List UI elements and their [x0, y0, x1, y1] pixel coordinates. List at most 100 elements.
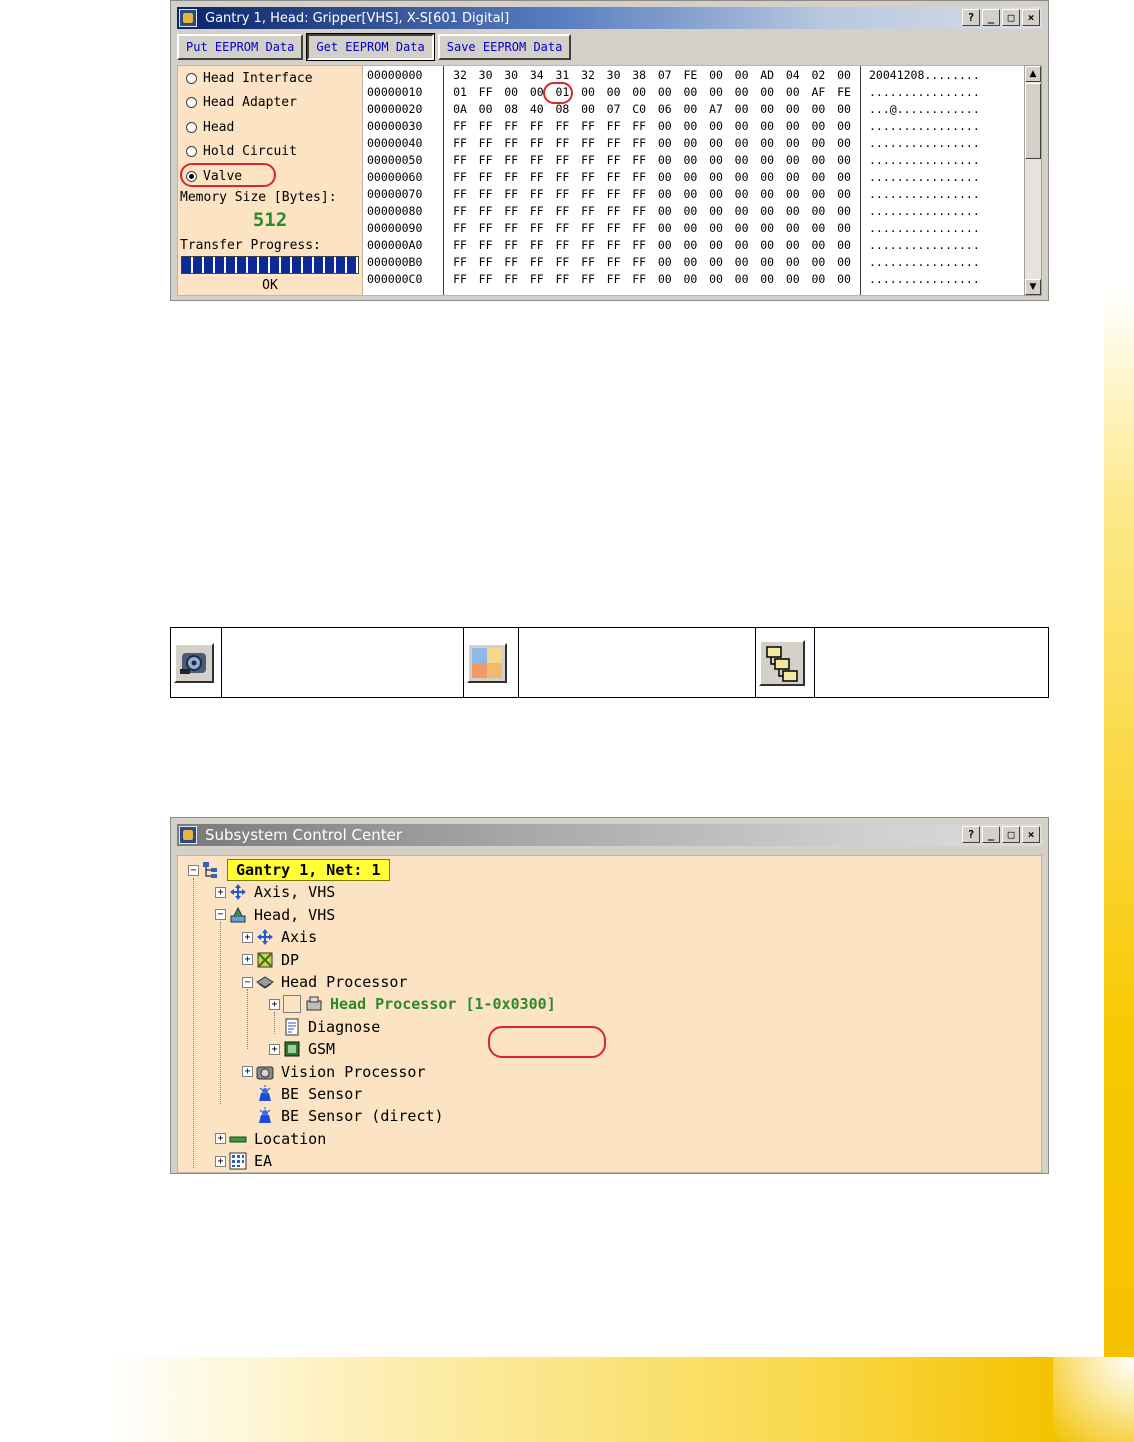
hex-byte[interactable]: FF	[551, 186, 573, 203]
hex-byte[interactable]: 0A	[449, 101, 471, 118]
maximize-icon[interactable]: □	[1002, 826, 1020, 843]
hex-byte[interactable]: 00	[782, 118, 804, 135]
hex-byte[interactable]: 00	[756, 101, 778, 118]
hex-byte[interactable]: FF	[551, 118, 573, 135]
hex-byte[interactable]: FF	[526, 237, 548, 254]
hex-byte[interactable]: 00	[705, 220, 727, 237]
hex-byte[interactable]: 00	[782, 237, 804, 254]
hex-byte[interactable]: 00	[756, 254, 778, 271]
hex-byte[interactable]: FF	[577, 237, 599, 254]
hex-byte[interactable]: 00	[782, 152, 804, 169]
hex-byte[interactable]: 00	[679, 101, 701, 118]
tree-node[interactable]: BE Sensor	[242, 1083, 362, 1105]
hex-byte[interactable]: FF	[577, 220, 599, 237]
hex-byte[interactable]: 00	[603, 84, 625, 101]
hex-byte[interactable]: FF	[449, 186, 471, 203]
close-icon[interactable]: ×	[1022, 9, 1040, 26]
scroll-thumb[interactable]	[1025, 83, 1041, 159]
tree-node[interactable]: + EA	[215, 1150, 272, 1172]
hex-byte[interactable]: 00	[833, 118, 855, 135]
hex-byte[interactable]: FF	[500, 271, 522, 288]
hex-byte[interactable]: 00	[782, 254, 804, 271]
hex-byte[interactable]: 00	[807, 237, 829, 254]
hex-byte[interactable]: 00	[807, 135, 829, 152]
hex-byte[interactable]: FF	[449, 237, 471, 254]
hex-byte[interactable]: FF	[475, 271, 497, 288]
hex-byte[interactable]: 00	[705, 237, 727, 254]
collapse-icon[interactable]: −	[242, 976, 253, 988]
hex-byte[interactable]: FF	[551, 271, 573, 288]
subsystem-tree[interactable]: − Gantry 1, Net: 1 + Axis, VHS − Head, VHS + Ax…	[177, 855, 1042, 1173]
hex-byte[interactable]: 00	[782, 220, 804, 237]
node-checkbox[interactable]	[283, 995, 301, 1014]
hex-byte[interactable]: FF	[603, 254, 625, 271]
hex-byte[interactable]: 00	[705, 169, 727, 186]
hex-byte[interactable]: FF	[603, 186, 625, 203]
hex-byte[interactable]: 00	[807, 220, 829, 237]
hex-byte[interactable]: 00	[756, 118, 778, 135]
hex-byte[interactable]: 00	[679, 271, 701, 288]
hex-byte[interactable]: FF	[603, 220, 625, 237]
hex-byte[interactable]: FF	[628, 169, 650, 186]
hex-byte[interactable]: 00	[475, 101, 497, 118]
hex-byte[interactable]: 38	[628, 67, 650, 84]
tree-node[interactable]: Diagnose	[269, 1016, 380, 1038]
get-eeprom-button[interactable]: Get EEPROM Data	[306, 33, 435, 61]
hex-byte[interactable]: 00	[654, 186, 676, 203]
radio-hold-circuit[interactable]: Hold Circuit	[186, 141, 297, 161]
hex-byte[interactable]: 00	[833, 135, 855, 152]
hex-byte[interactable]: 00	[833, 101, 855, 118]
hex-byte[interactable]: FF	[475, 84, 497, 101]
hex-scrollbar[interactable]: ▲ ▼	[1024, 65, 1042, 296]
hex-byte[interactable]: 00	[807, 186, 829, 203]
hex-byte[interactable]: 00	[679, 84, 701, 101]
expand-icon[interactable]: +	[242, 931, 253, 943]
hex-byte[interactable]: 00	[833, 186, 855, 203]
hex-byte[interactable]: FF	[628, 203, 650, 220]
scroll-down-icon[interactable]: ▼	[1025, 279, 1041, 295]
hex-byte[interactable]: FF	[475, 220, 497, 237]
close-icon[interactable]: ×	[1022, 826, 1040, 843]
hex-dump-view[interactable]: 00000000 00000010 00000020 00000030 00000040…	[363, 65, 1034, 296]
hex-byte[interactable]: FF	[628, 152, 650, 169]
minimize-icon[interactable]: _	[982, 9, 1000, 26]
hex-byte[interactable]: 00	[679, 186, 701, 203]
hex-byte[interactable]: 00	[756, 271, 778, 288]
hex-byte[interactable]: FF	[628, 118, 650, 135]
hex-byte[interactable]: FF	[577, 169, 599, 186]
hex-byte[interactable]: FF	[628, 186, 650, 203]
hex-byte[interactable]: 00	[807, 203, 829, 220]
hex-byte[interactable]: FF	[603, 271, 625, 288]
tree-node[interactable]: − Head, VHS	[215, 904, 335, 926]
hex-byte[interactable]: FF	[577, 271, 599, 288]
hex-byte[interactable]: FE	[679, 67, 701, 84]
hex-byte[interactable]: 00	[679, 152, 701, 169]
hex-byte[interactable]: 00	[679, 118, 701, 135]
hex-byte[interactable]: 00	[679, 203, 701, 220]
hex-byte[interactable]: 00	[731, 203, 753, 220]
hex-byte[interactable]: 00	[807, 152, 829, 169]
hex-byte[interactable]: FF	[577, 135, 599, 152]
hex-byte[interactable]: 00	[782, 101, 804, 118]
hex-byte[interactable]: C0	[628, 101, 650, 118]
expand-icon[interactable]: +	[269, 998, 280, 1010]
hex-byte[interactable]: 00	[782, 135, 804, 152]
hex-byte[interactable]: 00	[705, 67, 727, 84]
hex-byte[interactable]: FF	[526, 118, 548, 135]
hex-byte[interactable]: 30	[603, 67, 625, 84]
hex-byte[interactable]: FF	[628, 220, 650, 237]
expand-icon[interactable]: +	[215, 1133, 226, 1145]
hex-byte[interactable]: FF	[603, 135, 625, 152]
hex-byte[interactable]: 07	[603, 101, 625, 118]
hex-byte[interactable]: 00	[756, 135, 778, 152]
hex-byte[interactable]: 00	[833, 152, 855, 169]
hex-byte[interactable]: 00	[756, 186, 778, 203]
hex-byte[interactable]: 00	[807, 169, 829, 186]
hex-byte[interactable]: FF	[526, 220, 548, 237]
hex-byte[interactable]: FF	[628, 135, 650, 152]
expand-icon[interactable]: +	[242, 954, 253, 966]
scroll-up-icon[interactable]: ▲	[1025, 66, 1041, 82]
hex-byte[interactable]: 00	[705, 135, 727, 152]
tree-node[interactable]: + GSM	[269, 1038, 335, 1060]
radio-head[interactable]: Head	[186, 117, 234, 137]
